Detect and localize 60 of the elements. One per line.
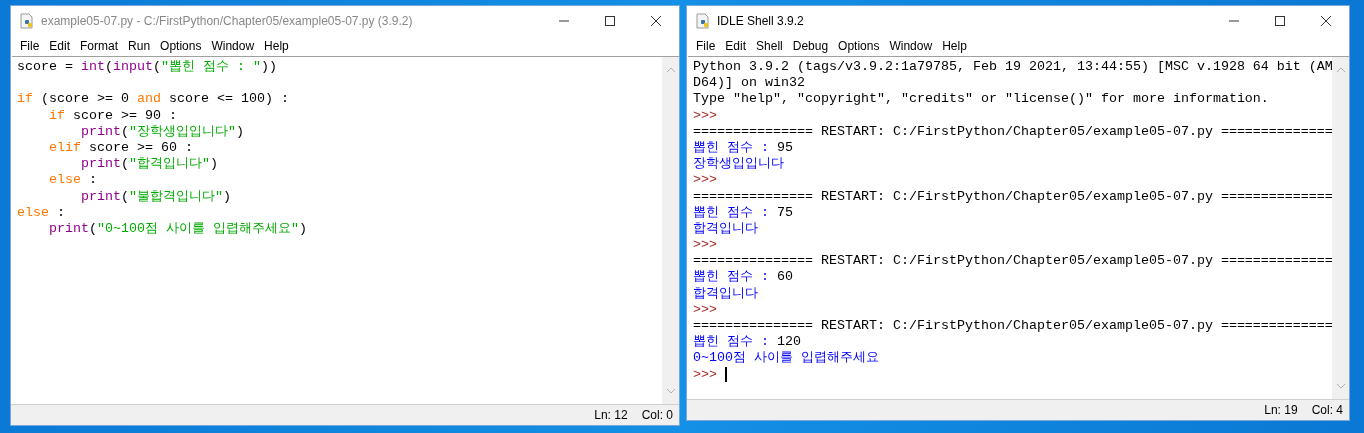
code-line: score = int(input("뽑힌 점수 : ")) (17, 59, 277, 76)
code-line: >>> (693, 366, 717, 383)
menu-item[interactable]: File (691, 39, 721, 53)
code-line: >>> (693, 301, 717, 318)
code-line: >>> (693, 172, 717, 189)
code-line: Python 3.9.2 (tags/v3.9.2:1a79785, Feb 19 2021, 13:44:55) [MSC v.1928 64 bit (AM (693, 59, 1332, 76)
menu-item[interactable]: Shell (751, 39, 788, 53)
close-icon (651, 16, 661, 26)
python-file-icon (19, 13, 35, 29)
code-line: >>> (693, 107, 717, 124)
scroll-up-icon[interactable] (665, 67, 676, 73)
menu-item[interactable]: Debug (787, 39, 834, 53)
code-line: print("장학생입입니다") (80, 123, 244, 140)
menu-item[interactable]: Edit (720, 39, 752, 53)
code-line: >>> (693, 237, 717, 254)
code-line: Type "help", "copyright", "credits" or "license()" for more information. (693, 91, 1269, 108)
code-line: D64)] on win32 (693, 75, 805, 92)
code-line: 뽑힌 점수 : 60 (693, 269, 793, 286)
window-title: example05-07.py - C:/FirstPython/Chapter05/example05-07.py (3.9.2) (41, 14, 414, 28)
code-line: 뽑힌 점수 : 75 (693, 204, 793, 221)
menu-item[interactable]: Help (937, 39, 972, 53)
code-line: =============== RESTART: C:/FirstPython/Chapter05/example05-07.py ============== (693, 123, 1332, 140)
column-status: Col: 4 (1311, 403, 1343, 417)
scroll-down-icon[interactable] (1335, 383, 1346, 389)
code-line: print("합격입니다") (80, 156, 218, 173)
python-file-icon (695, 13, 711, 29)
menu-item[interactable]: Options (155, 39, 207, 53)
code-line: if score >= 90 : (48, 107, 177, 124)
code-line: print("0~100점 사이를 입렵해주세요") (48, 220, 307, 238)
scroll-up-icon[interactable] (1335, 67, 1346, 73)
menu-item[interactable]: Run (123, 39, 156, 53)
code-line: if (score >= 0 and score <= 100) : (17, 91, 289, 108)
code-line: 합격입니다 (693, 285, 758, 302)
close-icon (1321, 16, 1331, 26)
code-line: 뽑힌 점수 : 120 (693, 334, 801, 351)
menu-item[interactable]: Options (833, 39, 885, 53)
code-line: else : (17, 204, 65, 221)
code-line: =============== RESTART: C:/FirstPython/Chapter05/example05-07.py ============== (693, 318, 1332, 335)
menu-item[interactable]: Format (75, 39, 124, 53)
menu-item[interactable]: Edit (44, 39, 76, 53)
line-number-status: Ln: 12 (594, 408, 628, 422)
column-status: Col: 0 (641, 408, 673, 422)
menu-item[interactable]: Help (259, 39, 294, 53)
code-line: else : (48, 172, 97, 189)
menu-item[interactable]: File (15, 39, 45, 53)
code-line: 뽑힌 점수 : 95 (693, 139, 793, 157)
code-line: =============== RESTART: C:/FirstPython/Chapter05/example05-07.py ============== (693, 188, 1332, 205)
menu-item[interactable]: Window (884, 39, 938, 53)
code-line: print("불합격입니다") (80, 188, 231, 205)
menu-item[interactable]: Window (206, 39, 260, 53)
code-line: 장학생입입니다 (693, 156, 784, 173)
maximize-icon (1275, 16, 1285, 26)
code-line: 합격입니다 (693, 220, 758, 238)
code-line: elif score >= 60 : (48, 139, 193, 157)
line-number-status: Ln: 19 (1264, 403, 1298, 417)
maximize-icon (605, 16, 615, 26)
code-line: =============== RESTART: C:/FirstPython/Chapter05/example05-07.py ============== (693, 253, 1332, 270)
scroll-down-icon[interactable] (665, 388, 676, 394)
window-title: IDLE Shell 3.9.2 (717, 14, 805, 28)
code-line: 0~100점 사이를 입렵해주세요 (693, 350, 879, 367)
